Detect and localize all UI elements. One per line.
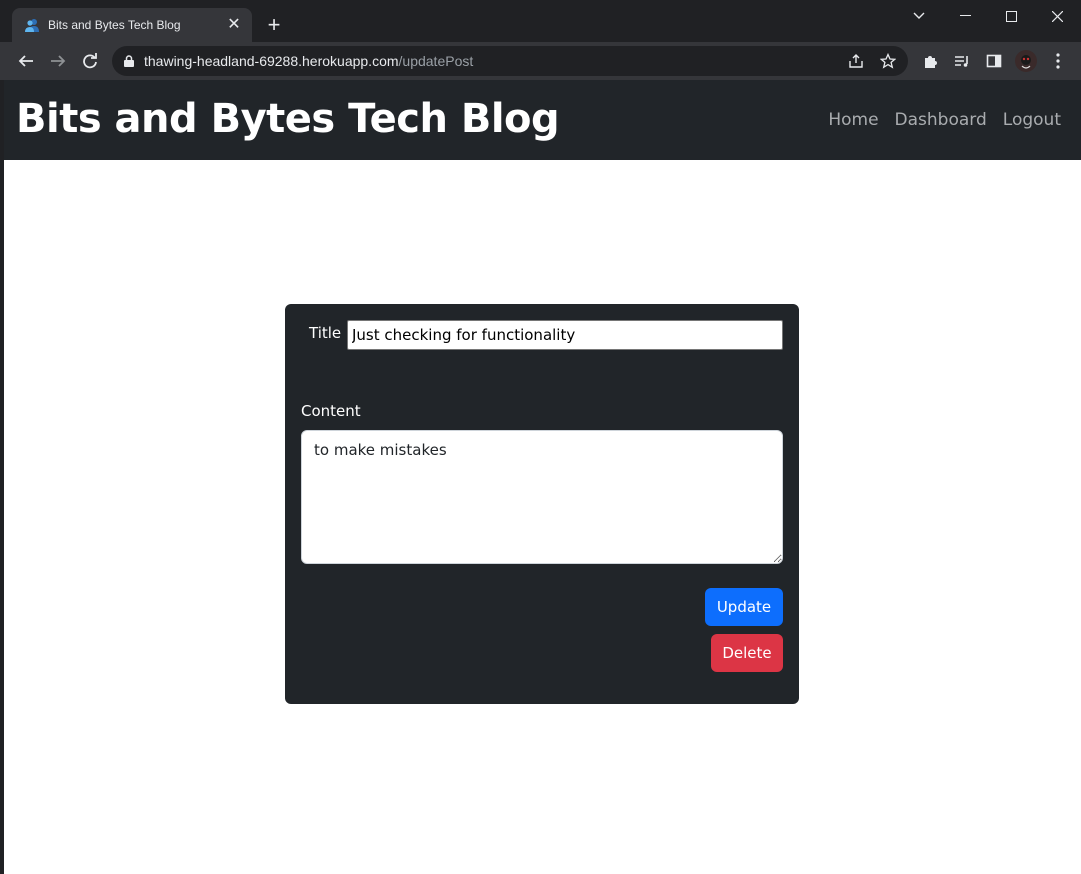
tab-title: Bits and Bytes Tech Blog <box>48 18 181 32</box>
nav-links: Home Dashboard Logout <box>828 110 1061 130</box>
extensions-puzzle-icon[interactable] <box>918 49 942 73</box>
maximize-icon[interactable] <box>988 0 1034 32</box>
update-button[interactable]: Update <box>705 588 783 626</box>
side-panel-icon[interactable] <box>982 49 1006 73</box>
bookmark-star-icon[interactable] <box>878 51 898 71</box>
share-icon[interactable] <box>846 51 866 71</box>
tab-search-chevron-icon[interactable] <box>896 0 942 32</box>
nav-link-logout[interactable]: Logout <box>1003 110 1061 130</box>
title-label: Title <box>309 324 342 342</box>
nav-link-dashboard[interactable]: Dashboard <box>895 110 987 130</box>
update-post-form: Title Content to make mistakes Update De… <box>285 304 799 704</box>
site-brand[interactable]: Bits and Bytes Tech Blog <box>16 96 560 142</box>
new-tab-plus-icon[interactable]: + <box>262 13 286 37</box>
delete-button[interactable]: Delete <box>711 634 783 672</box>
profile-avatar[interactable] <box>1014 49 1038 73</box>
site-navbar: Bits and Bytes Tech Blog Home Dashboard … <box>4 80 1081 160</box>
nav-link-home[interactable]: Home <box>828 110 878 130</box>
content-textarea[interactable]: to make mistakes <box>301 430 783 564</box>
url-path: /updatePost <box>398 53 474 69</box>
back-arrow-icon[interactable] <box>14 49 38 73</box>
media-playlist-icon[interactable] <box>950 49 974 73</box>
forward-arrow-icon[interactable] <box>46 49 70 73</box>
browser-toolbar: thawing-headland-69288.herokuapp.com/upd… <box>0 42 1081 80</box>
minimize-icon[interactable] <box>942 0 988 32</box>
kebab-menu-icon[interactable] <box>1046 49 1070 73</box>
people-favicon-icon <box>24 17 40 33</box>
browser-tabstrip: Bits and Bytes Tech Blog ✕ + <box>0 0 1081 42</box>
browser-tab[interactable]: Bits and Bytes Tech Blog ✕ <box>12 8 252 42</box>
content-label: Content <box>301 402 361 420</box>
window-close-icon[interactable] <box>1034 0 1080 32</box>
tab-close-icon[interactable]: ✕ <box>226 17 242 33</box>
reload-icon[interactable] <box>78 49 102 73</box>
page-content: Bits and Bytes Tech Blog Home Dashboard … <box>4 80 1081 874</box>
title-input[interactable] <box>347 320 783 350</box>
url-host: thawing-headland-69288.herokuapp.com <box>144 53 399 69</box>
lock-icon[interactable] <box>124 55 134 67</box>
address-bar[interactable]: thawing-headland-69288.herokuapp.com/upd… <box>112 46 908 76</box>
